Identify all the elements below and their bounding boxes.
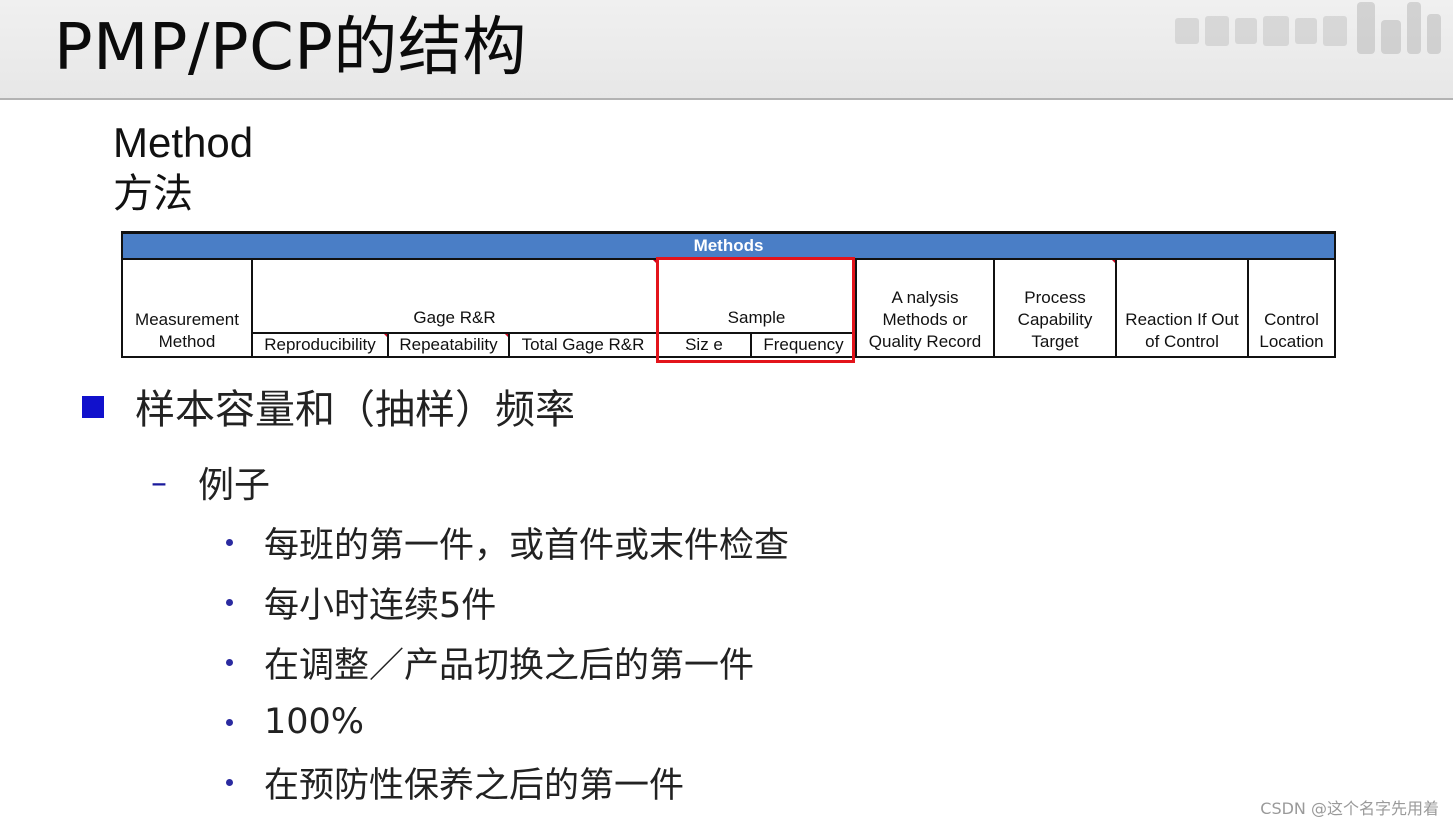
slide-title: PMP/PCP的结构 (54, 11, 527, 85)
dash-bullet-icon: – (151, 463, 167, 501)
slide-page: PMP/PCP的结构 Method 方法 Methods Measurement… (0, 0, 1453, 827)
gage-rr-header: Gage R&R (251, 258, 658, 334)
methods-table: Methods Measurement Method Gage R&R Samp… (120, 231, 1337, 363)
list-item: 每小时连续5件 (224, 572, 789, 632)
list-item-text: 100% (264, 702, 365, 742)
dot-bullet-icon (226, 658, 233, 666)
dot-bullet-icon (226, 778, 233, 786)
method-label-zh: 方法 (113, 171, 193, 217)
repeatability-header: Repeatability (387, 332, 510, 358)
main-bullet: 样本容量和（抽样）频率 (82, 378, 575, 434)
list-item: 100% (224, 692, 789, 752)
measurement-method-header: Measurement Method (121, 258, 253, 358)
video-watermark-icon (1175, 2, 1441, 54)
main-bullet-text: 样本容量和（抽样）频率 (135, 387, 575, 433)
control-location-header: Control Location (1246, 258, 1337, 358)
method-label-en: Method (113, 119, 254, 166)
dot-bullet-icon (226, 598, 233, 606)
total-gage-rr-header: Total Gage R&R (508, 332, 658, 358)
csdn-watermark: CSDN @这个名字先用着 (1260, 799, 1439, 818)
sub-bullet: – 例子 (151, 456, 270, 508)
reaction-header: Reaction If Out of Control (1115, 258, 1249, 358)
example-list: 每班的第一件，或首件或末件检查 每小时连续5件 在调整／产品切换之后的第一件 1… (224, 512, 789, 812)
list-item-text: 每班的第一件，或首件或末件检查 (264, 525, 790, 566)
reproducibility-header: Reproducibility (251, 332, 389, 358)
sample-header: Sample (656, 258, 857, 334)
list-item: 每班的第一件，或首件或末件检查 (224, 512, 789, 572)
sub-bullet-text: 例子 (198, 465, 271, 506)
list-item: 在调整／产品切换之后的第一件 (224, 632, 789, 692)
sample-frequency-header: Frequency (750, 332, 857, 358)
dot-bullet-icon (226, 538, 233, 546)
list-item: 在预防性保养之后的第一件 (224, 752, 789, 812)
list-item-text: 在调整／产品切换之后的第一件 (264, 645, 755, 686)
sample-size-header: Siz e (656, 332, 752, 358)
list-item-text: 在预防性保养之后的第一件 (264, 765, 685, 806)
dot-bullet-icon (226, 718, 233, 726)
square-bullet-icon (82, 396, 104, 418)
analysis-methods-header: A nalysis Methods or Quality Record (855, 258, 995, 358)
methods-band-header: Methods (120, 231, 1337, 260)
list-item-text: 每小时连续5件 (264, 585, 497, 626)
process-capability-header: Process Capability Target (993, 258, 1117, 358)
slide-header: PMP/PCP的结构 (0, 0, 1453, 100)
